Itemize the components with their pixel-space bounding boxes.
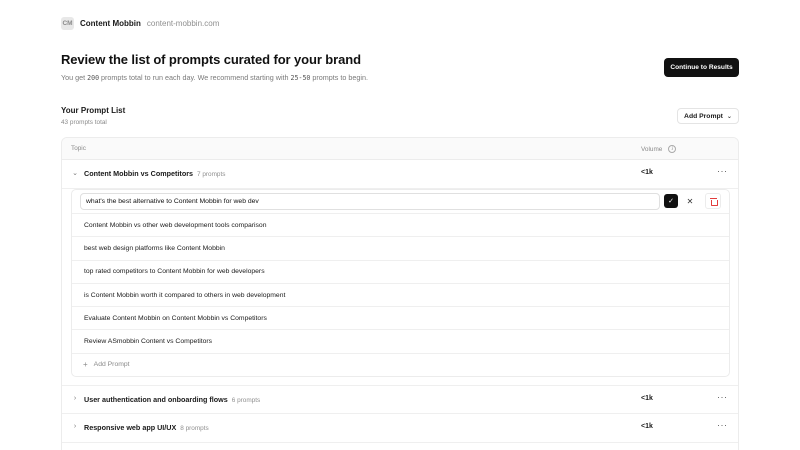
prompt-list-count: 43 prompts total [61,119,107,126]
topic-volume: <1k [641,394,653,402]
chevron-down-icon: ⌄ [726,113,732,120]
add-prompt-dropdown[interactable]: Add Prompt ⌄ [677,108,739,124]
topic-volume: <1k [641,169,653,176]
brand-name: Content Mobbin [80,19,141,28]
prompt-row[interactable]: Content Mobbin vs other web development … [72,214,729,238]
trash-icon [709,197,718,206]
topic-name: Content Mobbin vs Competitors 7 prompts [84,169,225,178]
subtitle-part: prompts total to run each day. We recomm… [99,73,291,82]
topic-name-text: Responsive web app UI/UX [84,422,177,432]
recommended-range: 25-50 [290,74,311,82]
prompt-list-title: Your Prompt List [61,106,126,115]
chevron-down-icon[interactable]: ⌄ [71,169,79,177]
topic-name-text: User authentication and onboarding flows [84,394,228,404]
info-icon[interactable]: i [668,145,677,153]
topic-prompt-count: 7 prompts [197,171,226,178]
brand-domain: content-mobbin.com [146,19,220,28]
topic-name: Responsive web app UI/UX 8 prompts [84,423,209,432]
table-header: Topic Volume i [62,138,738,160]
topic-prompts-panel: ✓ ✕ Content Mobbin vs other web developm… [71,189,730,377]
topic-row[interactable]: › User authentication and onboarding flo… [62,384,738,414]
more-horizontal-icon[interactable]: ··· [717,166,728,176]
prompt-edit-input[interactable] [80,193,660,210]
more-horizontal-icon[interactable]: ··· [717,392,728,402]
brand-bar: CM Content Mobbin content-mobbin.com [61,16,219,31]
prompt-row[interactable]: best web design platforms like Content M… [72,237,729,261]
add-prompt-inline-label: Add Prompt [93,361,130,369]
add-prompt-label: Add Prompt [684,112,723,120]
add-prompt-inline-button[interactable]: + Add Prompt [72,354,729,376]
prompt-row-editing: ✓ ✕ [72,190,729,214]
topic-name: User authentication and onboarding flows… [84,395,260,404]
page-title: Review the list of prompts curated for y… [61,52,361,67]
continue-to-results-button[interactable]: Continue to Results [664,58,739,77]
chevron-right-icon[interactable]: › [71,423,79,430]
topic-volume: <1k [641,422,653,430]
subtitle-part: prompts to begin. [310,73,368,82]
prompt-table: Topic Volume i ⌄ Content Mobbin vs Compe… [61,137,739,450]
prompt-row[interactable]: Evaluate Content Mobbin on Content Mobbi… [72,307,729,331]
column-header-topic: Topic [71,145,86,152]
column-header-volume-label: Volume [641,145,663,153]
subtitle-part: You get [61,73,88,82]
more-horizontal-icon[interactable]: ··· [717,420,728,430]
topic-name-text: Content Mobbin vs Competitors [84,169,194,178]
prompt-row[interactable]: Review ASmobbin Content vs Competitors [72,330,729,354]
delete-prompt-button[interactable] [705,193,721,209]
topic-row[interactable]: › Responsive web app UI/UX 8 prompts <1k … [62,413,738,443]
column-header-volume: Volume i [641,145,677,153]
daily-prompt-limit: 200 [87,74,100,82]
plus-icon: + [83,360,88,370]
topic-row[interactable]: ⌄ Content Mobbin vs Competitors 7 prompts… [62,160,738,189]
close-icon[interactable]: ✕ [683,194,697,208]
prompt-row[interactable]: is Content Mobbin worth it compared to o… [72,284,729,308]
prompt-row[interactable]: top rated competitors to Content Mobbin … [72,261,729,284]
chevron-right-icon[interactable]: › [71,395,79,402]
topic-prompt-count: 6 prompts [231,396,261,404]
topic-prompt-count: 8 prompts [180,424,209,432]
page-subtitle: You get 200 prompts total to run each da… [61,73,368,82]
brand-logo: CM [61,17,74,30]
check-icon[interactable]: ✓ [664,194,678,208]
